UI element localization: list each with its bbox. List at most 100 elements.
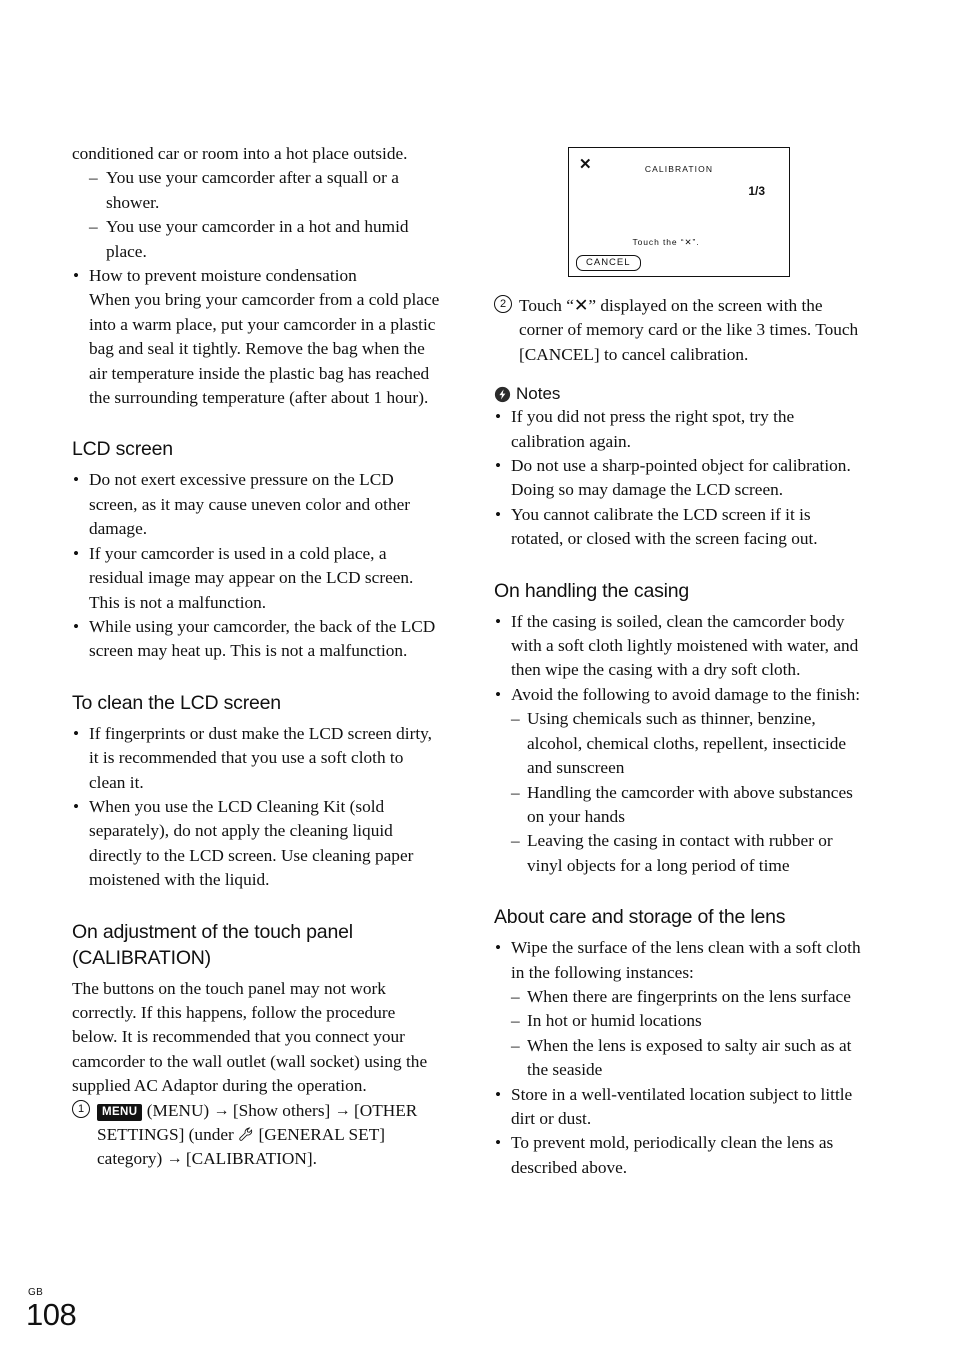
calibration-step-1: 1 MENU (MENU) → [Show others] → [OTHER S… <box>72 1099 444 1172</box>
dash-marker: – <box>511 1011 520 1031</box>
list-item: • If you did not press the right spot, t… <box>494 405 866 454</box>
list-item: • While using your camcorder, the back o… <box>72 615 444 664</box>
list-item-text: Using chemicals such as thinner, benzine… <box>527 709 847 778</box>
list-item: • When you use the LCD Cleaning Kit (sol… <box>72 795 444 893</box>
list-item: • To prevent mold, periodically clean th… <box>494 1131 866 1180</box>
section-heading-lcd-screen: LCD screen <box>72 438 173 461</box>
section-heading-handling-casing: On handling the casing <box>494 579 690 602</box>
dash-marker: – <box>89 168 98 188</box>
step-text: Touch “✕” displayed on the screen with t… <box>519 296 859 364</box>
list-item-text: In hot or humid locations <box>527 1011 702 1031</box>
arrow-icon: → <box>334 1101 351 1119</box>
calibration-heading-line2: (CALIBRATION) <box>72 946 211 969</box>
list-item-text: Do not use a sharp-pointed object for ca… <box>511 456 851 500</box>
notes-header: Notes <box>494 384 866 404</box>
list-item-text: Handling the camcorder with above substa… <box>527 782 853 826</box>
list-item-text: If you did not press the right spot, try… <box>511 407 795 451</box>
notes-bullet-list: • If you did not press the right spot, t… <box>494 405 866 551</box>
bullet-marker: • <box>495 938 502 958</box>
right-column: 2 Touch “✕” displayed on the screen with… <box>494 142 866 1180</box>
section-heading-calibration: On adjustment of the touch panel (CALIBR… <box>72 919 444 971</box>
continued-dash-list: – You use your camcorder after a squall … <box>72 166 444 264</box>
list-item-text: When the lens is exposed to salty air su… <box>527 1035 852 1080</box>
list-item-text: You use your camcorder in a hot and humi… <box>106 217 409 261</box>
section-heading-lens-care: About care and storage of the lens <box>494 906 786 929</box>
bullet-marker: • <box>73 723 80 743</box>
list-item-text: When you use the LCD Cleaning Kit (sold … <box>89 796 414 890</box>
list-item: • If the casing is soiled, clean the cam… <box>494 610 866 683</box>
bullet-marker: • <box>495 684 502 704</box>
bullet-marker: • <box>495 504 502 524</box>
list-item-text: Wipe the surface of the lens clean with … <box>511 938 861 982</box>
step-text-show-others: [Show others] <box>232 1100 331 1120</box>
list-item: • How to prevent moisture condensation W… <box>72 264 444 410</box>
dash-marker: – <box>89 217 98 237</box>
list-item-text: If the casing is soiled, clean the camco… <box>511 611 859 680</box>
list-item: – You use your camcorder in a hot and hu… <box>89 215 444 264</box>
bullet-marker: • <box>73 543 80 563</box>
list-item: • Wipe the surface of the lens clean wit… <box>494 936 866 1082</box>
list-item-text: If your camcorder is used in a cold plac… <box>89 543 414 612</box>
step-number-badge: 2 <box>494 295 512 313</box>
lcd-screen-bullet-list: • Do not exert excessive pressure on the… <box>72 468 444 663</box>
list-item: – When the lens is exposed to salty air … <box>511 1034 866 1083</box>
list-item: – You use your camcorder after a squall … <box>89 166 444 215</box>
lens-bullet-list: • Wipe the surface of the lens clean wit… <box>494 936 866 1180</box>
list-item: – Handling the camcorder with above subs… <box>511 781 866 830</box>
bullet-marker: • <box>495 456 502 476</box>
list-item-text: Store in a well-ventilated location subj… <box>511 1084 853 1128</box>
dash-marker: – <box>511 709 520 729</box>
menu-button-badge[interactable]: MENU <box>97 1103 143 1121</box>
notes-label: Notes <box>516 384 561 404</box>
manual-page: conditioned car or room into a hot place… <box>0 0 954 1357</box>
list-item: – Using chemicals such as thinner, benzi… <box>511 707 866 780</box>
bullet-marker: • <box>495 407 502 427</box>
list-item-text: When you bring your camcorder from a col… <box>89 290 440 408</box>
list-item-text: If fingerprints or dust make the LCD scr… <box>89 723 432 792</box>
arrow-icon: → <box>213 1101 230 1119</box>
bullet-marker: • <box>495 1084 502 1104</box>
list-item: • Do not use a sharp-pointed object for … <box>494 454 866 503</box>
list-item: • Do not exert excessive pressure on the… <box>72 468 444 541</box>
lens-sub-dash-list: – When there are fingerprints on the len… <box>511 985 866 1083</box>
step-text-calibration: [CALIBRATION]. <box>185 1149 317 1169</box>
list-item-text: Avoid the following to avoid damage to t… <box>511 684 861 704</box>
dash-marker: – <box>511 986 520 1006</box>
section-heading-clean-lcd-screen: To clean the LCD screen <box>72 691 281 714</box>
page-folio: GB 108 <box>26 1287 77 1331</box>
list-item: • You cannot calibrate the LCD screen if… <box>494 503 866 552</box>
list-item: – In hot or humid locations <box>511 1009 866 1033</box>
list-item-text: Leaving the casing in contact with rubbe… <box>527 831 833 875</box>
step-text-menu: (MENU) <box>146 1100 210 1120</box>
casing-sub-dash-list: – Using chemicals such as thinner, benzi… <box>511 707 866 878</box>
list-item-text: You cannot calibrate the LCD screen if i… <box>511 504 818 549</box>
lightning-bolt-circle-icon <box>494 386 511 403</box>
bullet-marker: • <box>495 1133 502 1153</box>
dash-marker: – <box>511 831 520 851</box>
bullet-marker: • <box>73 796 80 816</box>
wrench-icon <box>238 1125 254 1141</box>
casing-bullet-list: • If the casing is soiled, clean the cam… <box>494 610 866 878</box>
left-column: conditioned car or room into a hot place… <box>72 142 444 1172</box>
calibration-step-2: 2 Touch “✕” displayed on the screen with… <box>494 294 866 367</box>
list-item: – When there are fingerprints on the len… <box>511 985 866 1009</box>
list-item: • Avoid the following to avoid damage to… <box>494 683 866 878</box>
list-item: – Leaving the casing in contact with rub… <box>511 829 866 878</box>
calibration-heading-line1: On adjustment of the touch panel <box>72 920 353 943</box>
condensation-bullet-list: • How to prevent moisture condensation W… <box>72 264 444 410</box>
list-item: • If your camcorder is used in a cold pl… <box>72 542 444 615</box>
arrow-icon: → <box>166 1150 183 1168</box>
list-item-text: Do not exert excessive pressure on the L… <box>89 470 411 539</box>
bullet-marker: • <box>495 611 502 631</box>
dash-marker: – <box>511 1035 520 1055</box>
list-item-title: How to prevent moisture condensation <box>89 266 357 286</box>
list-item: • Store in a well-ventilated location su… <box>494 1083 866 1132</box>
bullet-marker: • <box>73 266 80 286</box>
calibration-intro-paragraph: The buttons on the touch panel may not w… <box>72 978 428 1096</box>
list-item-text: While using your camcorder, the back of … <box>89 616 436 661</box>
step-number-badge: 1 <box>72 1099 90 1118</box>
clean-lcd-bullet-list: • If fingerprints or dust make the LCD s… <box>72 722 444 893</box>
list-item-text: To prevent mold, periodically clean the … <box>511 1133 834 1177</box>
list-item: • If fingerprints or dust make the LCD s… <box>72 722 444 795</box>
list-item-text: When there are fingerprints on the lens … <box>527 986 851 1006</box>
